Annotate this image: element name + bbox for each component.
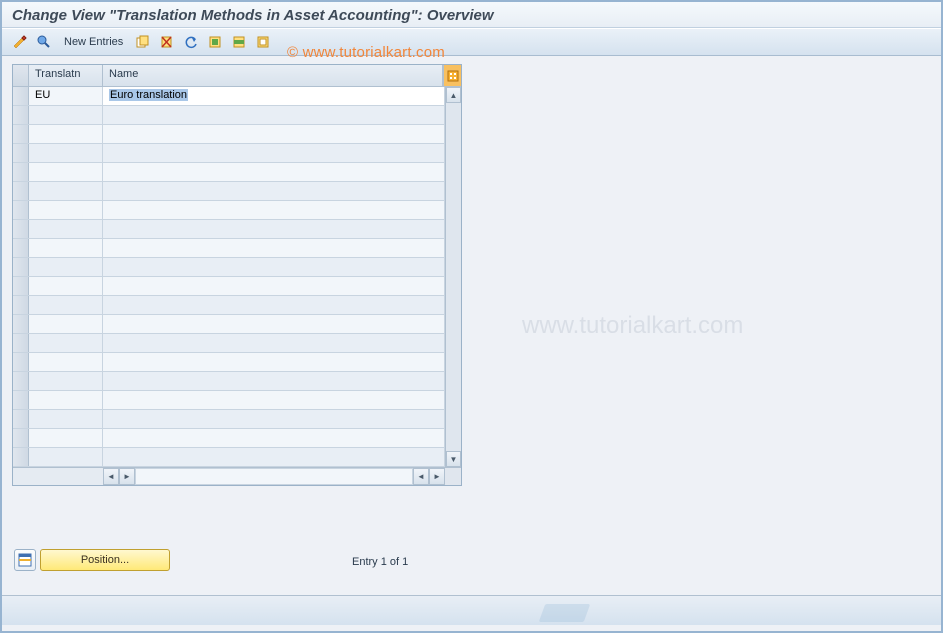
row-selector[interactable] <box>13 220 29 238</box>
empty-cell[interactable] <box>29 429 103 447</box>
empty-cell[interactable] <box>103 410 445 428</box>
empty-cell[interactable] <box>29 182 103 200</box>
empty-cell[interactable] <box>29 125 103 143</box>
empty-cell[interactable] <box>103 277 445 295</box>
empty-cell[interactable] <box>29 448 103 466</box>
scroll-right-icon[interactable]: ► <box>119 468 135 485</box>
row-selector[interactable] <box>13 201 29 219</box>
row-selector[interactable] <box>13 315 29 333</box>
empty-cell[interactable] <box>103 258 445 276</box>
row-selector[interactable] <box>13 144 29 162</box>
empty-cell[interactable] <box>29 334 103 352</box>
empty-cell[interactable] <box>29 106 103 124</box>
cell-name[interactable]: Euro translation <box>103 87 445 105</box>
title-bar: Change View "Translation Methods in Asse… <box>2 2 941 28</box>
horizontal-scrollbar[interactable]: ◄ ► ◄ ► <box>13 467 461 485</box>
empty-cell[interactable] <box>103 144 445 162</box>
empty-cell[interactable] <box>103 296 445 314</box>
row-selector[interactable] <box>13 277 29 295</box>
empty-cell[interactable] <box>103 182 445 200</box>
row-selector[interactable] <box>13 353 29 371</box>
copy-as-icon[interactable] <box>133 32 153 52</box>
empty-cell[interactable] <box>103 334 445 352</box>
empty-cell[interactable] <box>29 201 103 219</box>
empty-cell[interactable] <box>103 315 445 333</box>
change-edit-icon[interactable] <box>10 32 30 52</box>
row-selector[interactable] <box>13 87 29 105</box>
delete-icon[interactable] <box>157 32 177 52</box>
scroll-left-end-icon[interactable]: ◄ <box>413 468 429 485</box>
row-selector[interactable] <box>13 106 29 124</box>
column-header-translatn[interactable]: Translatn <box>29 65 103 86</box>
new-entries-button[interactable]: New Entries <box>58 36 129 48</box>
deselect-all-icon[interactable] <box>253 32 273 52</box>
cell-translatn[interactable]: EU <box>29 87 103 105</box>
empty-cell[interactable] <box>103 239 445 257</box>
row-selector[interactable] <box>13 429 29 447</box>
undo-change-icon[interactable] <box>181 32 201 52</box>
empty-cell[interactable] <box>29 144 103 162</box>
application-toolbar: New Entries <box>2 28 941 56</box>
select-all-column[interactable] <box>13 65 29 86</box>
table-header: Translatn Name <box>13 65 461 87</box>
scroll-up-icon[interactable]: ▲ <box>446 87 461 103</box>
column-header-name[interactable]: Name <box>103 65 443 86</box>
data-table: Translatn Name EU Euro translation <box>12 64 462 486</box>
table-position-icon[interactable] <box>14 549 36 571</box>
empty-cell[interactable] <box>29 353 103 371</box>
scroll-left-icon[interactable]: ◄ <box>103 468 119 485</box>
empty-cell[interactable] <box>29 410 103 428</box>
row-selector[interactable] <box>13 334 29 352</box>
table-rows: EU Euro translation <box>13 87 445 467</box>
empty-cell[interactable] <box>103 429 445 447</box>
empty-cell[interactable] <box>29 296 103 314</box>
table-row: EU Euro translation <box>13 87 445 106</box>
cell-name-text: Euro translation <box>109 89 188 101</box>
row-selector[interactable] <box>13 448 29 466</box>
table-settings-icon[interactable] <box>443 65 461 86</box>
select-block-icon[interactable] <box>229 32 249 52</box>
empty-cell[interactable] <box>29 220 103 238</box>
row-selector[interactable] <box>13 296 29 314</box>
row-selector[interactable] <box>13 163 29 181</box>
empty-cell[interactable] <box>29 239 103 257</box>
select-all-icon[interactable] <box>205 32 225 52</box>
position-button[interactable]: Position... <box>40 549 170 571</box>
empty-cell[interactable] <box>29 163 103 181</box>
row-selector[interactable] <box>13 391 29 409</box>
find-icon[interactable] <box>34 32 54 52</box>
empty-cell[interactable] <box>103 125 445 143</box>
empty-cell[interactable] <box>103 353 445 371</box>
empty-cell[interactable] <box>29 315 103 333</box>
empty-cell[interactable] <box>103 448 445 466</box>
row-selector[interactable] <box>13 182 29 200</box>
empty-cell[interactable] <box>103 372 445 390</box>
empty-cell[interactable] <box>29 277 103 295</box>
row-selector[interactable] <box>13 258 29 276</box>
empty-cell[interactable] <box>103 106 445 124</box>
empty-cell[interactable] <box>29 372 103 390</box>
scroll-track[interactable] <box>135 468 413 485</box>
entry-status-text: Entry 1 of 1 <box>352 556 408 568</box>
empty-cell[interactable] <box>103 163 445 181</box>
row-selector[interactable] <box>13 125 29 143</box>
empty-cell[interactable] <box>29 258 103 276</box>
row-selector[interactable] <box>13 239 29 257</box>
scroll-track[interactable] <box>446 103 461 451</box>
row-selector[interactable] <box>13 372 29 390</box>
row-selector[interactable] <box>13 410 29 428</box>
empty-cell[interactable] <box>103 391 445 409</box>
empty-cell[interactable] <box>103 220 445 238</box>
page-title: Change View "Translation Methods in Asse… <box>12 7 931 24</box>
scroll-down-icon[interactable]: ▼ <box>446 451 461 467</box>
scroll-right-end-icon[interactable]: ► <box>429 468 445 485</box>
empty-cell[interactable] <box>103 201 445 219</box>
empty-cell[interactable] <box>29 391 103 409</box>
vertical-scrollbar[interactable]: ▲ ▼ <box>445 87 461 467</box>
status-bar <box>2 595 941 625</box>
status-bar-tab <box>539 604 591 622</box>
